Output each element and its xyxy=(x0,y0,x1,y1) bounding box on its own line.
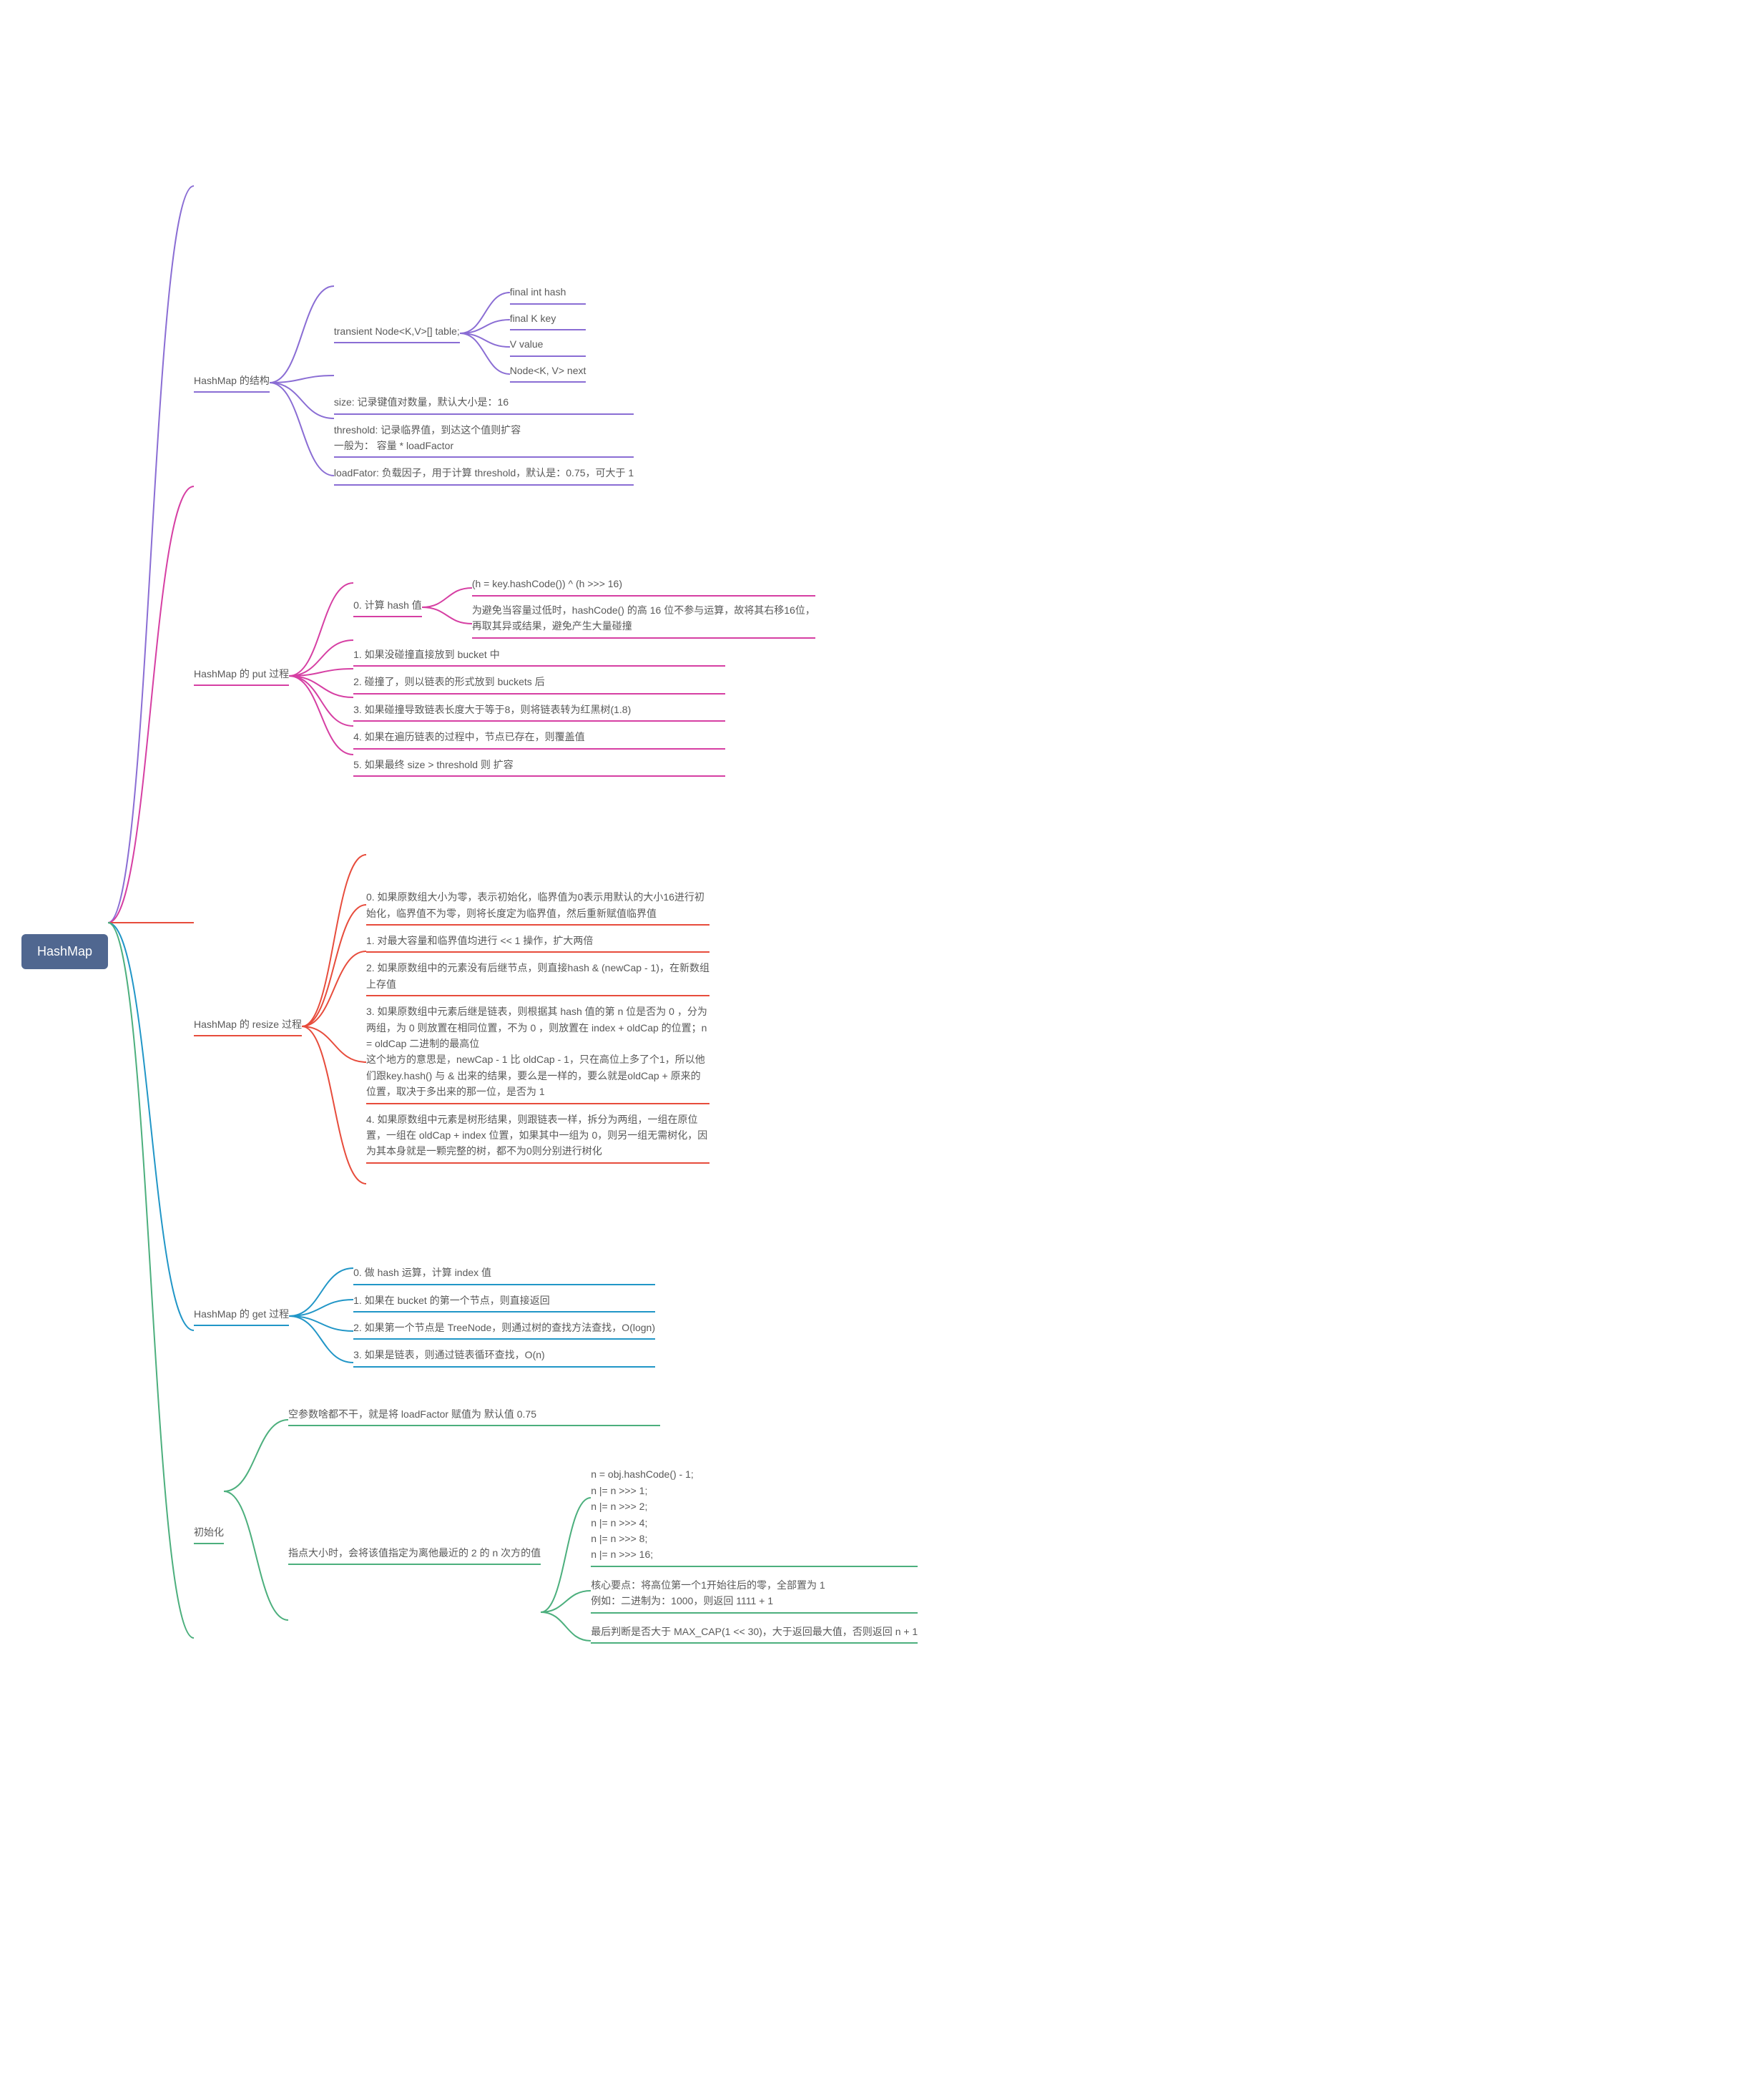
connector xyxy=(460,280,510,387)
leaf: Node<K, V> next xyxy=(510,363,586,383)
leaf: size: 记录键值对数量，默认大小是：16 xyxy=(334,394,634,414)
children: 0. 计算 hash 值 (h = key.hashCode()) ^ (h >… xyxy=(353,575,815,777)
leaf: 1. 如果在 bucket 的第一个节点，则直接返回 xyxy=(353,1292,655,1312)
leaf: 3. 如果原数组中元素后继是链表，则根据其 hash 值的第 n 位是否为 0 … xyxy=(366,1004,709,1104)
node-hash: 0. 计算 hash 值 (h = key.hashCode()) ^ (h >… xyxy=(353,575,815,639)
leaf: 4. 如果在遍历链表的过程中，节点已存在，则覆盖值 xyxy=(353,729,725,749)
label: transient Node<K,V>[] table; xyxy=(334,323,460,343)
connector xyxy=(541,1448,591,1662)
leaf: 3. 如果碰撞导致链表长度大于等于8，则将链表转为红黑树(1.8) xyxy=(353,702,725,722)
leaf: 1. 对最大容量和临界值均进行 << 1 操作，扩大两倍 xyxy=(366,933,709,953)
mindmap-root-container: HashMap HashMap 的结构 trans xyxy=(21,21,1737,1881)
children: 0. 如果原数组大小为零，表示初始化，临界值为0表示用默认的大小16进行初始化，… xyxy=(366,889,709,1163)
leaf: 核心要点：将高位第一个1开始往后的零，全部置为 1 例如：二进制为：1000，则… xyxy=(591,1577,918,1614)
section-get: HashMap 的 get 过程 0. 做 hash 运算，计算 index 值… xyxy=(194,1255,918,1377)
leaf: (h = key.hashCode()) ^ (h >>> 16) xyxy=(472,576,815,596)
children: transient Node<K,V>[] table; final int h… xyxy=(334,280,634,486)
leaf: 1. 如果没碰撞直接放到 bucket 中 xyxy=(353,647,725,667)
leaf: 最后判断是否大于 MAX_CAP(1 << 30)，大于返回最大值，否则返回 n… xyxy=(591,1624,918,1644)
section-title-put: HashMap 的 put 过程 xyxy=(194,666,289,686)
leaf: 5. 如果最终 size > threshold 则 扩容 xyxy=(353,757,725,777)
leaf: loadFator: 负载因子，用于计算 threshold，默认是：0.75，… xyxy=(334,465,634,485)
root-node: HashMap xyxy=(21,934,108,969)
children: 0. 做 hash 运算，计算 index 值 1. 如果在 bucket 的第… xyxy=(353,1265,655,1368)
section-title-init: 初始化 xyxy=(194,1524,224,1544)
leaf-set: final int hash final K key V value Node<… xyxy=(510,284,586,383)
node-table: transient Node<K,V>[] table; final int h… xyxy=(334,280,634,387)
leaf: final K key xyxy=(510,310,586,330)
section-title-resize: HashMap 的 resize 过程 xyxy=(194,1016,302,1036)
leaf: 2. 如果原数组中的元素没有后继节点，则直接hash & (newCap - 1… xyxy=(366,960,709,996)
leaf: final int hash xyxy=(510,284,586,304)
connector xyxy=(302,826,366,1227)
leaf: V value xyxy=(510,336,586,356)
connector xyxy=(289,1255,353,1377)
connector xyxy=(422,575,472,639)
leaf: 空参数啥都不干，就是将 loadFactor 赋值为 默认值 0.75 xyxy=(288,1406,660,1426)
connector xyxy=(289,554,353,798)
section-structure: HashMap 的结构 transient Node<K,V>[] table; xyxy=(194,240,918,526)
section-title-structure: HashMap 的结构 xyxy=(194,373,270,393)
section-init: 初始化 空参数啥都不干，就是将 loadFactor 赋值为 默认值 0.75 … xyxy=(194,1405,918,1663)
connector xyxy=(224,1405,288,1663)
children: 空参数啥都不干，就是将 loadFactor 赋值为 默认值 0.75 指点大小… xyxy=(288,1406,918,1662)
leaf: 4. 如果原数组中元素是树形结果，则跟链表一样，拆分为两组，一组在原位置，一组在… xyxy=(366,1112,709,1164)
root-connector xyxy=(108,21,194,1881)
section-title-get: HashMap 的 get 过程 xyxy=(194,1306,289,1326)
leaf-set: n = obj.hashCode() - 1; n |= n >>> 1; n … xyxy=(591,1466,918,1644)
label: 指点大小时，会将该值指定为离他最近的 2 的 n 次方的值 xyxy=(288,1545,541,1565)
section-resize: HashMap 的 resize 过程 0. 如果原数组大小为零，表示初始化，临… xyxy=(194,826,918,1227)
leaf: threshold: 记录临界值，到达这个值则扩容 一般为： 容量 * load… xyxy=(334,422,634,458)
node-cap: 指点大小时，会将该值指定为离他最近的 2 的 n 次方的值 n = obj.ha… xyxy=(288,1448,918,1662)
leaf: 为避免当容量过低时，hashCode() 的高 16 位不参与运算，故将其右移1… xyxy=(472,602,815,639)
branches-container: HashMap 的结构 transient Node<K,V>[] table; xyxy=(194,240,918,1663)
leaf-set: (h = key.hashCode()) ^ (h >>> 16) 为避免当容量… xyxy=(472,576,815,638)
connector xyxy=(270,240,334,526)
leaf: 0. 做 hash 运算，计算 index 值 xyxy=(353,1265,655,1285)
label: 0. 计算 hash 值 xyxy=(353,597,422,617)
leaf: 2. 碰撞了，则以链表的形式放到 buckets 后 xyxy=(353,674,725,694)
leaf: 2. 如果第一个节点是 TreeNode，则通过树的查找方法查找，O(logn) xyxy=(353,1320,655,1340)
leaf: 3. 如果是链表，则通过链表循环查找，O(n) xyxy=(353,1347,655,1367)
leaf: n = obj.hashCode() - 1; n |= n >>> 1; n … xyxy=(591,1466,918,1566)
section-put: HashMap 的 put 过程 0. 计算 hash 值 xyxy=(194,554,918,798)
leaf: 0. 如果原数组大小为零，表示初始化，临界值为0表示用默认的大小16进行初始化，… xyxy=(366,889,709,926)
